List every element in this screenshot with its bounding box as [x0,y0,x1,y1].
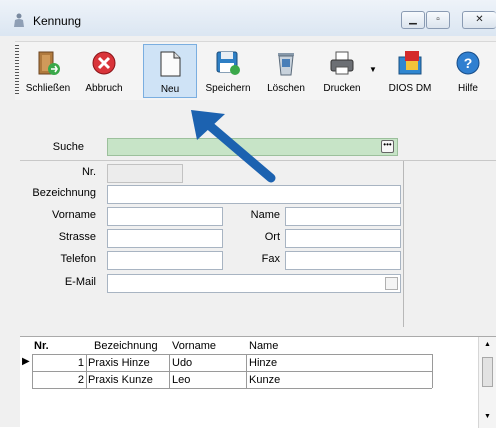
save-button[interactable]: Speichern [205,44,251,98]
search-label: Suche [52,141,84,153]
new-document-icon [160,51,181,77]
name-label: Name [250,209,280,221]
nr-label: Nr. [81,166,96,178]
nr-field [107,164,183,183]
column-header-vorname[interactable]: Vorname [172,340,216,352]
dios-dm-label: DIOS DM [388,83,432,94]
column-header-name[interactable]: Name [249,340,278,352]
help-button[interactable]: ? Hilfe [445,44,491,98]
bezeichnung-label: Bezeichnung [32,187,96,199]
window-title: Kennung [33,14,82,28]
table-bottom-line [32,388,432,389]
form-divider [403,161,404,327]
new-button[interactable]: Neu [143,44,197,98]
help-icon: ? [456,51,480,75]
search-options-icon[interactable]: ••• [381,140,394,153]
row-separator [32,371,432,372]
close-record-button[interactable]: Schließen [25,44,71,98]
row-1-bezeichnung: Praxis Hinze [88,357,150,369]
row-2-bezeichnung: Praxis Kunze [88,374,153,386]
current-row-indicator-icon: ▶ [22,356,30,367]
close-button[interactable]: ✕ [462,11,496,29]
scroll-down-icon[interactable]: ▼ [484,413,491,420]
minimize-button[interactable]: ▁ [401,11,425,29]
column-header-bezeichnung[interactable]: Bezeichnung [94,340,158,352]
door-exit-icon [38,51,60,75]
ort-label: Ort [264,231,280,243]
records-table: Nr. Bezeichnung Vorname Name ▶ 1 Praxis … [20,336,496,428]
maximize-icon: ▫ [436,14,440,25]
row-1-name: Hinze [249,357,278,369]
application-window: Kennung ▁ ▫ ✕ Schließen Abbruch Neu Spei… [0,0,496,428]
maximize-button[interactable]: ▫ [426,11,450,29]
toolbar: Schließen Abbruch Neu Speichern Löschen … [15,41,496,100]
scroll-up-icon[interactable]: ▲ [484,341,491,348]
email-field[interactable] [107,274,401,293]
scroll-thumb[interactable] [482,357,493,387]
header-separator [32,354,432,355]
strasse-label: Strasse [58,231,96,243]
help-label: Hilfe [457,83,478,94]
email-action-icon[interactable] [385,277,398,290]
dios-dm-pdf-icon [398,51,422,75]
delete-button[interactable]: Löschen [263,44,309,98]
abort-button[interactable]: Abbruch [81,44,127,98]
name-field[interactable] [285,207,401,226]
close-record-label: Schließen [25,83,71,94]
vorname-label: Vorname [51,209,96,221]
title-bar: Kennung ▁ ▫ ✕ [0,0,496,36]
ort-field[interactable] [285,229,401,248]
vorname-field[interactable] [107,207,223,226]
printer-icon [330,51,354,75]
fax-label: Fax [261,253,280,265]
telefon-field[interactable] [107,251,223,270]
row-1-nr: 1 [77,357,84,369]
column-line-4 [432,354,433,388]
delete-label: Löschen [267,83,305,94]
vertical-scrollbar[interactable]: ▲ ▼ [478,337,496,428]
cancel-x-icon [92,51,116,75]
new-label: Neu [160,84,180,95]
strasse-field[interactable] [107,229,223,248]
abort-label: Abbruch [85,83,123,94]
print-button[interactable]: Drucken [319,44,365,98]
print-label: Drucken [323,83,361,94]
row-2-name: Kunze [249,374,281,386]
save-label: Speichern [205,83,251,94]
fax-field[interactable] [285,251,401,270]
trash-bin-icon [278,53,294,76]
print-dropdown-chevron-icon[interactable]: ▼ [369,65,377,74]
svg-text:?: ? [464,55,473,71]
row-2-vorname: Leo [172,374,191,386]
row-1-vorname: Udo [172,357,193,369]
row-2-nr: 2 [77,374,84,386]
annotation-arrow-icon [191,110,276,183]
dios-dm-button[interactable]: DIOS DM [387,44,433,98]
minimize-icon: ▁ [409,14,417,25]
telefon-label: Telefon [60,253,96,265]
email-label: E-Mail [64,276,96,288]
floppy-disk-icon [216,51,240,75]
close-icon: ✕ [475,14,484,25]
app-icon [14,13,24,27]
column-header-nr[interactable]: Nr. [34,340,49,352]
